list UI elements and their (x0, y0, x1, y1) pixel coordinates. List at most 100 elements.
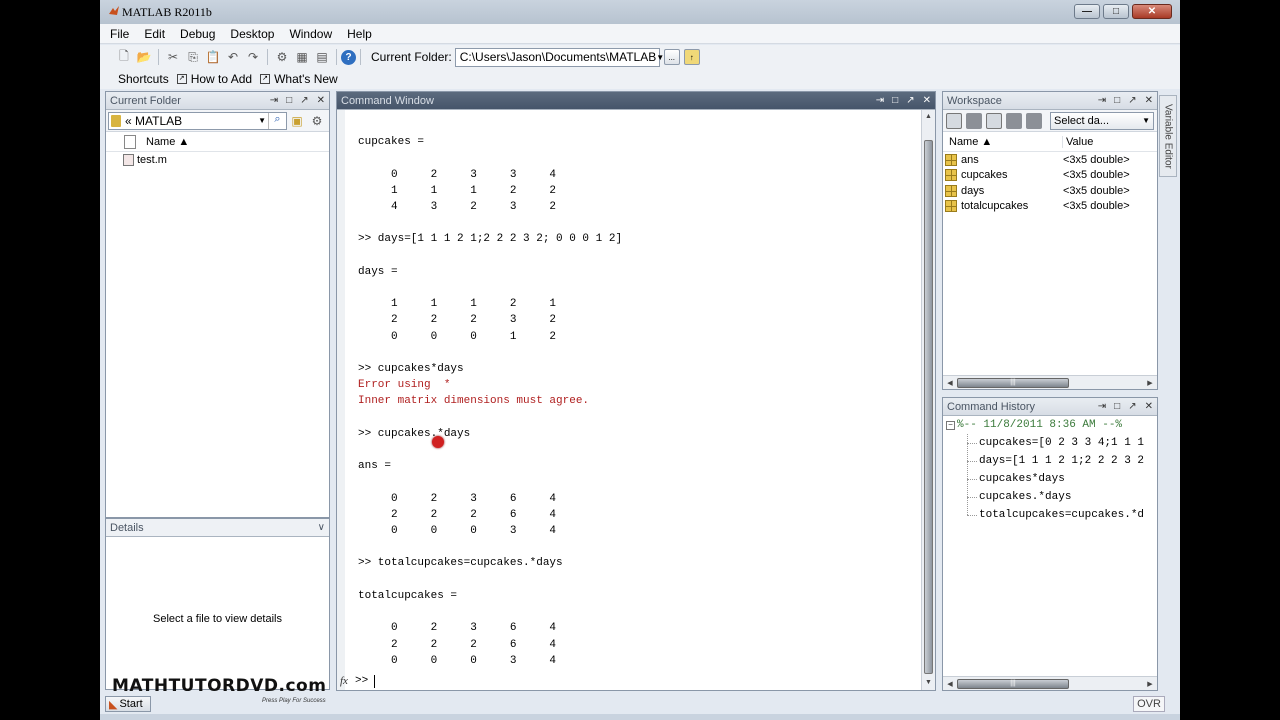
menu-window[interactable]: Window (289, 27, 332, 41)
scroll-up-icon[interactable]: ▲ (922, 110, 935, 124)
maximize-button[interactable]: □ (1103, 4, 1129, 19)
search-icon[interactable]: ⌕ (268, 112, 286, 129)
workspace-variable-row[interactable]: days <3x5 double> (943, 183, 1157, 199)
folder-path-bar: « MATLAB ▼ ⌕ ▣ ⚙ (106, 110, 329, 132)
scroll-right-icon[interactable]: ▶ (1143, 379, 1157, 387)
scroll-left-icon[interactable]: ◀ (943, 680, 957, 688)
maximize-panel-icon[interactable]: □ (1114, 95, 1120, 106)
undock-icon[interactable]: ⇥ (876, 95, 884, 106)
float-icon[interactable]: ↗ (1128, 95, 1136, 106)
delete-variable-icon[interactable] (1026, 112, 1042, 129)
command-window-scrollbar[interactable]: ▲ ▼ (921, 110, 935, 690)
column-value[interactable]: Value (1063, 136, 1093, 148)
file-item[interactable]: test.m (106, 152, 329, 168)
history-item[interactable]: cupcakes.*days (943, 488, 1157, 506)
menu-edit[interactable]: Edit (144, 27, 165, 41)
guide-icon[interactable]: ▦ (292, 47, 312, 67)
menu-file[interactable]: File (110, 27, 129, 41)
scroll-right-icon[interactable]: ▶ (1143, 680, 1157, 688)
output-line: 2 2 2 6 4 (358, 638, 557, 651)
history-item[interactable]: days=[1 1 1 2 1;2 2 2 3 2 (943, 452, 1157, 470)
command-window-panel: Command Window ⇥ □ ↗ ✕ cupcakes = 0 2 3 … (336, 91, 936, 691)
copy-icon[interactable]: ⎘ (183, 47, 203, 67)
undock-icon[interactable]: ⇥ (1098, 401, 1106, 412)
scroll-thumb[interactable] (924, 140, 933, 674)
chevron-down-icon[interactable]: ▼ (258, 116, 266, 125)
maximize-panel-icon[interactable]: □ (892, 95, 898, 106)
close-window-button[interactable]: ✕ (1132, 4, 1172, 19)
scroll-down-icon[interactable]: ▼ (922, 676, 935, 690)
profiler-icon[interactable]: ▤ (312, 47, 332, 67)
watermark-logo: MATHTUTORDVD.com (112, 676, 327, 696)
undock-icon[interactable]: ⇥ (1098, 95, 1106, 106)
function-browser-icon[interactable]: fx (337, 675, 355, 687)
float-icon[interactable]: ↗ (906, 95, 914, 106)
maximize-panel-icon[interactable]: □ (1114, 401, 1120, 412)
close-panel-icon[interactable]: ✕ (1145, 95, 1153, 106)
workspace-variable-row[interactable]: ans <3x5 double> (943, 152, 1157, 168)
output-line: 1 1 1 2 1 (358, 298, 557, 311)
workspace-variable-row[interactable]: totalcupcakes <3x5 double> (943, 199, 1157, 215)
chevron-down-icon[interactable]: ▼ (656, 53, 664, 62)
new-icon[interactable]: 🗋 (114, 47, 134, 67)
redo-icon[interactable]: ↷ (243, 47, 263, 67)
history-hscrollbar[interactable]: ◀ ||| ▶ (943, 676, 1157, 690)
select-data-dropdown[interactable]: Select da... ▼ (1050, 111, 1154, 130)
variable-editor-tab[interactable]: Variable Editor (1159, 95, 1177, 177)
command-output[interactable]: cupcakes = 0 2 3 3 4 1 1 1 2 2 4 3 2 3 2… (337, 110, 921, 690)
minimize-button[interactable]: — (1074, 4, 1100, 19)
float-icon[interactable]: ↗ (1128, 401, 1136, 412)
close-panel-icon[interactable]: ✕ (923, 95, 931, 106)
close-panel-icon[interactable]: ✕ (317, 95, 325, 106)
new-variable-icon[interactable] (946, 112, 962, 129)
workspace-hscrollbar[interactable]: ◀ ||| ▶ (943, 375, 1157, 389)
float-icon[interactable]: ↗ (300, 95, 308, 106)
folder-path-field[interactable]: « MATLAB ▼ ⌕ (108, 111, 287, 130)
matlab-logo-icon (109, 6, 119, 15)
close-panel-icon[interactable]: ✕ (1145, 401, 1153, 412)
menu-desktop[interactable]: Desktop (230, 27, 274, 41)
current-folder-field[interactable]: C:\Users\Jason\Documents\MATLAB ▼ (454, 47, 664, 67)
history-item[interactable]: totalcupcakes=cupcakes.*d (943, 506, 1157, 524)
help-icon[interactable]: ? (341, 49, 356, 65)
column-name[interactable]: Name ▲ (943, 135, 1063, 148)
collapse-icon[interactable]: − (946, 420, 955, 430)
command-prompt-line[interactable]: fx >> (337, 672, 921, 690)
shortcut-whats-new[interactable]: ↗ What's New (260, 72, 338, 86)
shortcut-how-to-add[interactable]: ↗ How to Add (176, 72, 252, 86)
details-title-bar[interactable]: Details ∨ (106, 519, 329, 537)
output-line: 4 3 2 3 2 (358, 201, 557, 214)
open-icon[interactable]: 📂 (134, 47, 154, 67)
chevron-down-icon[interactable]: ∨ (318, 522, 325, 533)
details-body: Select a file to view details (106, 549, 329, 689)
browse-folder-button[interactable]: ... (663, 49, 680, 65)
matrix-icon (945, 184, 957, 197)
history-item[interactable]: cupcakes=[0 2 3 3 4;1 1 1 (943, 434, 1157, 452)
new-folder-icon[interactable]: ▣ (287, 111, 307, 131)
simulink-icon[interactable]: ⚙ (272, 47, 292, 67)
shortcuts-label[interactable]: Shortcuts (118, 72, 169, 86)
column-name[interactable]: Name ▲ (146, 136, 189, 148)
workspace-variable-row[interactable]: cupcakes <3x5 double> (943, 168, 1157, 184)
history-item[interactable]: cupcakes*days (943, 470, 1157, 488)
toolbar-separator (360, 49, 361, 65)
open-variable-icon[interactable] (966, 112, 982, 129)
history-session[interactable]: − %-- 11/8/2011 8:36 AM --% (943, 416, 1157, 434)
scroll-left-icon[interactable]: ◀ (943, 379, 957, 387)
menu-help[interactable]: Help (347, 27, 372, 41)
cut-icon[interactable]: ✂ (163, 47, 183, 67)
import-data-icon[interactable] (986, 112, 1002, 129)
scroll-thumb[interactable]: ||| (957, 377, 1069, 388)
gear-icon[interactable]: ⚙ (307, 111, 327, 131)
paste-icon[interactable]: 📋 (203, 47, 223, 67)
save-workspace-icon[interactable] (1006, 112, 1022, 129)
start-button[interactable]: ◣ Start (105, 696, 151, 712)
undock-icon[interactable]: ⇥ (270, 95, 278, 106)
undo-icon[interactable]: ↶ (223, 47, 243, 67)
menu-debug[interactable]: Debug (180, 27, 215, 41)
maximize-panel-icon[interactable]: □ (286, 95, 292, 106)
up-folder-button[interactable]: ↑ (683, 49, 700, 65)
scroll-thumb[interactable]: ||| (957, 678, 1069, 689)
